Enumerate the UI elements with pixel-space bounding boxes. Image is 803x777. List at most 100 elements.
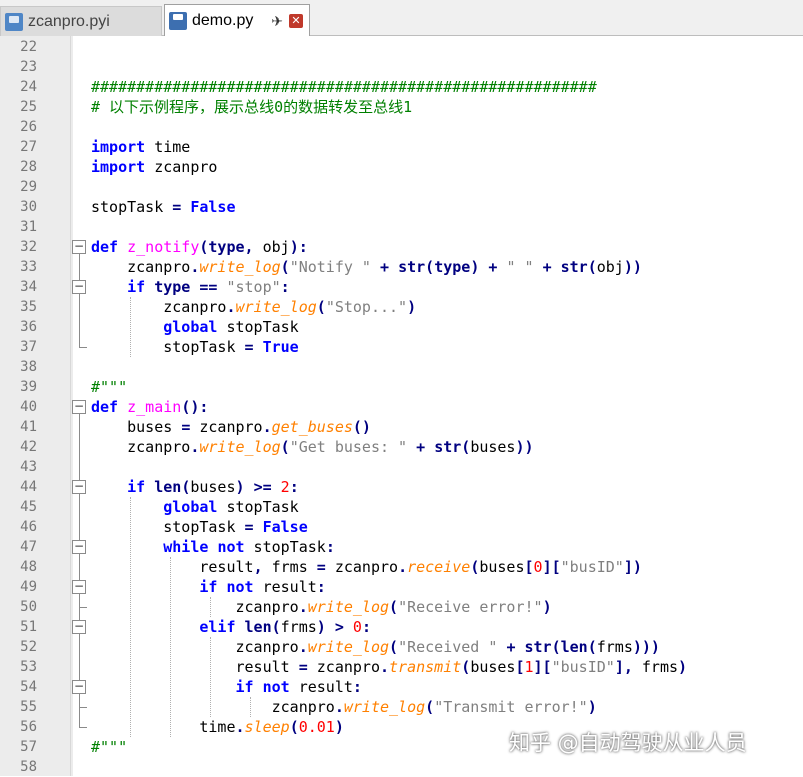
code-line[interactable]: 54 if not result: − bbox=[0, 677, 803, 697]
code-line[interactable]: 55 zcanpro.write_log("Transmit error!") bbox=[0, 697, 803, 717]
indent-guide bbox=[130, 297, 131, 357]
indent-guide bbox=[170, 557, 171, 737]
code-line[interactable]: 49 if not result: − bbox=[0, 577, 803, 597]
line-number: 36 bbox=[20, 319, 37, 335]
fold-tree-line bbox=[79, 554, 80, 580]
code-line[interactable]: 40 def z_main(): − bbox=[0, 397, 803, 417]
tab-demo-py[interactable]: demo.py ✈ ✕ bbox=[164, 4, 310, 37]
code-text: global stopTask bbox=[163, 318, 299, 336]
code-line[interactable]: 47 while not stopTask: − bbox=[0, 537, 803, 557]
line-number: 35 bbox=[20, 299, 37, 315]
line-number: 32 bbox=[20, 239, 37, 255]
line-number: 51 bbox=[20, 619, 37, 635]
code-line[interactable]: 45 global stopTask bbox=[0, 497, 803, 517]
line-number: 48 bbox=[20, 559, 37, 575]
code-line[interactable]: 36 global stopTask bbox=[0, 317, 803, 337]
line-number: 43 bbox=[20, 459, 37, 475]
close-icon[interactable]: ✕ bbox=[289, 14, 303, 28]
fold-tree-line bbox=[79, 294, 80, 347]
code-line[interactable]: 42 zcanpro.write_log("Get buses: " + str… bbox=[0, 437, 803, 457]
code-text: if not result: bbox=[199, 578, 326, 596]
fold-tree-line bbox=[79, 694, 80, 727]
code-line[interactable]: 41 buses = zcanpro.get_buses() bbox=[0, 417, 803, 437]
code-text: result = zcanpro.transmit(buses[1]["busI… bbox=[91, 658, 688, 676]
code-line[interactable]: 53 result = zcanpro.transmit(buses[1]["b… bbox=[0, 657, 803, 677]
code-line[interactable]: 29 bbox=[0, 177, 803, 197]
fold-tree-line bbox=[79, 414, 80, 480]
code-text: ########################################… bbox=[91, 78, 597, 96]
line-number: 42 bbox=[20, 439, 37, 455]
save-file-icon bbox=[169, 12, 187, 30]
code-line[interactable]: 23 bbox=[0, 57, 803, 77]
code-line[interactable]: 58 bbox=[0, 757, 803, 777]
line-number: 46 bbox=[20, 519, 37, 535]
code-text: zcanpro.write_log("Stop...") bbox=[91, 298, 417, 316]
code-text: zcanpro.write_log("Received " + str(len(… bbox=[91, 638, 660, 656]
code-line[interactable]: 25 # 以下示例程序，展示总线0的数据转发至总线1 bbox=[0, 97, 803, 117]
line-number: 25 bbox=[20, 99, 37, 115]
code-line[interactable]: 46 stopTask = False bbox=[0, 517, 803, 537]
code-text: #""" bbox=[91, 738, 128, 756]
code-line[interactable]: 48 result, frms = zcanpro.receive(buses[… bbox=[0, 557, 803, 577]
fold-end-marker bbox=[79, 727, 87, 728]
fold-end-marker bbox=[79, 347, 87, 348]
code-line[interactable]: 34 if type == "stop": − bbox=[0, 277, 803, 297]
fold-toggle-icon[interactable]: − bbox=[72, 580, 86, 594]
line-number: 44 bbox=[20, 479, 37, 495]
line-number: 39 bbox=[20, 379, 37, 395]
indent-guide bbox=[130, 497, 131, 737]
code-line[interactable]: 35 zcanpro.write_log("Stop...") bbox=[0, 297, 803, 317]
code-text: buses = zcanpro.get_buses() bbox=[91, 418, 371, 436]
line-number: 53 bbox=[20, 659, 37, 675]
pin-icon[interactable]: ✈ bbox=[271, 13, 283, 30]
code-text: def z_notify(type, obj): bbox=[91, 238, 308, 256]
indent-guide bbox=[210, 597, 211, 617]
fold-toggle-icon[interactable]: − bbox=[72, 240, 86, 254]
code-line[interactable]: 50 zcanpro.write_log("Receive error!") bbox=[0, 597, 803, 617]
line-number: 40 bbox=[20, 399, 37, 415]
code-text: stopTask = True bbox=[91, 338, 299, 356]
indent-guide bbox=[210, 637, 211, 717]
fold-end-marker bbox=[79, 707, 87, 708]
line-number: 47 bbox=[20, 539, 37, 555]
code-line[interactable]: 43 bbox=[0, 457, 803, 477]
code-line[interactable]: 22 bbox=[0, 37, 803, 57]
code-text: zcanpro.write_log("Get buses: " + str(bu… bbox=[91, 438, 534, 456]
watermark-text: 知乎 @自动驾驶从业人员 bbox=[509, 731, 747, 755]
line-number: 26 bbox=[20, 119, 37, 135]
python-file-icon bbox=[5, 12, 23, 31]
code-line[interactable]: 52 zcanpro.write_log("Received " + str(l… bbox=[0, 637, 803, 657]
code-line[interactable]: 24 ######################################… bbox=[0, 77, 803, 97]
line-number: 24 bbox=[20, 79, 37, 95]
code-line[interactable]: 44 if len(buses) >= 2: − bbox=[0, 477, 803, 497]
code-line[interactable]: 32 def z_notify(type, obj): − bbox=[0, 237, 803, 257]
code-text: import zcanpro bbox=[91, 158, 218, 176]
line-number: 34 bbox=[20, 279, 37, 295]
code-line[interactable]: 33 zcanpro.write_log("Notify " + str(typ… bbox=[0, 257, 803, 277]
indent-guide bbox=[250, 697, 251, 717]
code-line[interactable]: 37 stopTask = True bbox=[0, 337, 803, 357]
line-number: 52 bbox=[20, 639, 37, 655]
tab-label: zcanpro.pyi bbox=[28, 12, 110, 30]
code-line[interactable]: 30 stopTask = False bbox=[0, 197, 803, 217]
fold-toggle-icon[interactable]: − bbox=[72, 540, 86, 554]
line-number: 38 bbox=[20, 359, 37, 375]
code-line[interactable]: 38 bbox=[0, 357, 803, 377]
tab-zcanpro-pyi[interactable]: zcanpro.pyi bbox=[0, 6, 162, 36]
fold-toggle-icon[interactable]: − bbox=[72, 480, 86, 494]
fold-toggle-icon[interactable]: − bbox=[72, 620, 86, 634]
code-line[interactable]: 28 import zcanpro bbox=[0, 157, 803, 177]
line-number: 56 bbox=[20, 719, 37, 735]
code-line[interactable]: 31 bbox=[0, 217, 803, 237]
line-number: 33 bbox=[20, 259, 37, 275]
fold-toggle-icon[interactable]: − bbox=[72, 280, 86, 294]
code-text: import time bbox=[91, 138, 191, 156]
code-line[interactable]: 51 elif len(frms) > 0: − bbox=[0, 617, 803, 637]
fold-toggle-icon[interactable]: − bbox=[72, 400, 86, 414]
code-line[interactable]: 39 #""" bbox=[0, 377, 803, 397]
fold-tree-line bbox=[79, 254, 80, 280]
code-line[interactable]: 27 import time bbox=[0, 137, 803, 157]
code-text: result, frms = zcanpro.receive(buses[0][… bbox=[91, 558, 642, 576]
fold-toggle-icon[interactable]: − bbox=[72, 680, 86, 694]
code-line[interactable]: 26 bbox=[0, 117, 803, 137]
